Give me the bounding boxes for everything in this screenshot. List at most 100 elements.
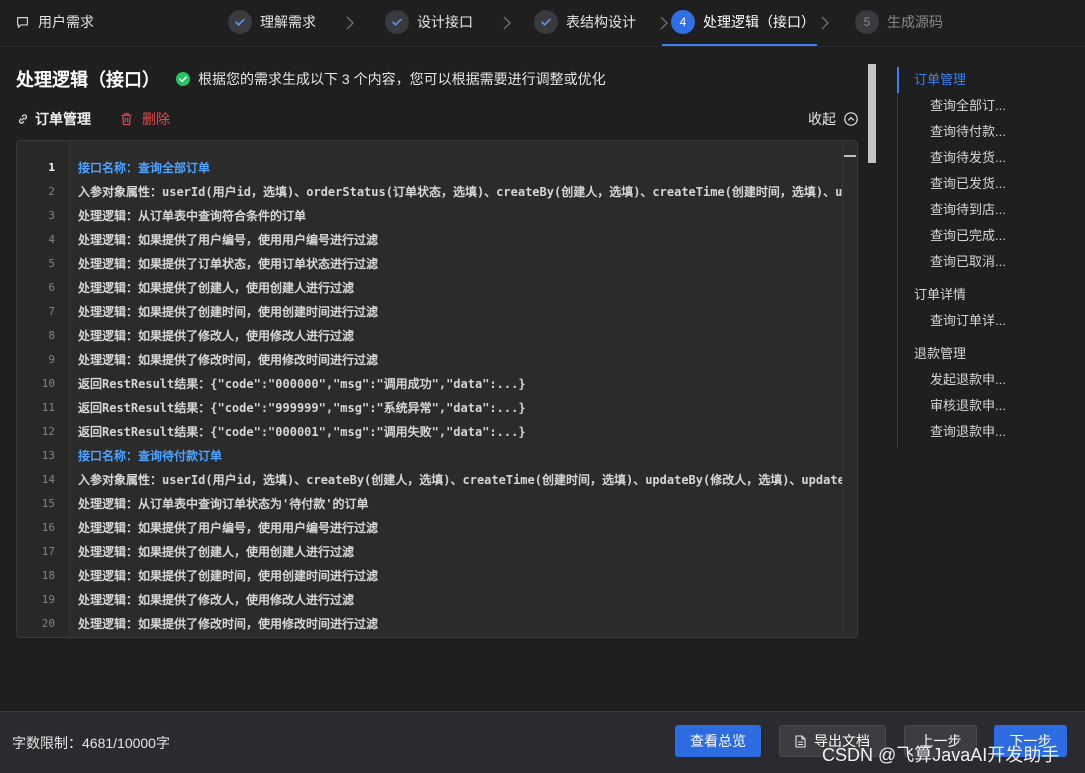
line-number: 10 <box>41 377 55 390</box>
line-number: 16 <box>41 521 55 534</box>
line-number-gutter: 1 2 3 4 5 6 7 8 9 10 11 12 13 14 15 16 17 18 19 20 <box>17 141 70 637</box>
link-icon <box>18 114 28 124</box>
outline-item[interactable]: 查询已取消... <box>898 249 1068 275</box>
editor-scrollbar[interactable] <box>842 141 857 637</box>
line-number: 20 <box>41 617 55 630</box>
outline-item[interactable]: 查询已发货... <box>898 171 1068 197</box>
outline-group[interactable]: 退款管理 <box>898 341 1068 367</box>
outline-item[interactable]: 查询已完成... <box>898 223 1068 249</box>
chevron-up-circle-icon <box>844 112 858 126</box>
word-limit-value: 4681/10000字 <box>82 735 170 751</box>
code-line[interactable]: 入参对象属性：userId(用户id，选填)、orderStatus(订单状态，… <box>71 180 842 204</box>
step-label: 生成源码 <box>887 14 943 30</box>
outline-item[interactable]: 查询待付款... <box>898 119 1068 145</box>
code-line[interactable]: 处理逻辑：如果提供了订单状态，使用订单状态进行过滤 <box>71 252 842 276</box>
code-line[interactable]: 处理逻辑：从订单表中查询符合条件的订单 <box>71 204 842 228</box>
code-line[interactable]: 处理逻辑：如果提供了用户编号，使用用户编号进行过滤 <box>71 228 842 252</box>
code-line[interactable]: 返回RestResult结果：{"code":"000001","msg":"调… <box>71 420 842 444</box>
code-line[interactable]: 处理逻辑：如果提供了修改时间，使用修改时间进行过滤 <box>71 612 842 636</box>
code-line[interactable]: 处理逻辑：如果提供了创建人，使用创建人进行过滤 <box>71 540 842 564</box>
page-title: 处理逻辑（接口） <box>16 70 160 90</box>
outline-item[interactable]: 审核退款申... <box>898 393 1068 419</box>
line-number: 5 <box>48 257 55 270</box>
step-generate-source[interactable]: 5 生成源码 <box>855 10 943 34</box>
outline-nav: 订单管理 查询全部订... 查询待付款... 查询待发货... 查询已发货... 查询待到… <box>897 67 1068 448</box>
page-header: 处理逻辑（接口） 根据您的需求生成以下 3 个内容，您可以根据需要进行调整或优化 <box>16 67 606 91</box>
status-message: 根据您的需求生成以下 3 个内容，您可以根据需要进行调整或优化 <box>198 71 606 87</box>
line-number: 4 <box>48 233 55 246</box>
line-number: 2 <box>48 185 55 198</box>
line-number: 12 <box>41 425 55 438</box>
word-limit: 字数限制：4681/10000字 <box>12 733 170 753</box>
delete-label: 删除 <box>142 111 170 127</box>
check-icon <box>541 18 551 26</box>
outline-group[interactable]: 订单管理 <box>898 67 1068 93</box>
code-editor[interactable]: 1 2 3 4 5 6 7 8 9 10 11 12 13 14 15 16 17 18 19 20 接口名称：查询全… <box>16 140 858 638</box>
step-number: 4 <box>671 10 695 34</box>
outline-item[interactable]: 查询订单详... <box>898 308 1068 334</box>
code-line[interactable]: 处理逻辑：如果提供了创建时间，使用创建时间进行过滤 <box>71 300 842 324</box>
chevron-right-icon <box>503 16 511 30</box>
step-understand-requirement[interactable]: 理解需求 <box>228 10 316 34</box>
code-line[interactable]: 处理逻辑：如果提供了创建时间，使用创建时间进行过滤 <box>71 564 842 588</box>
chevron-right-icon <box>821 16 829 30</box>
scroll-position-marker <box>844 155 856 157</box>
step-table-design[interactable]: 表结构设计 <box>534 10 636 34</box>
chat-bubble-icon <box>17 16 28 28</box>
word-limit-label: 字数限制： <box>12 735 82 751</box>
view-overview-button[interactable]: 查看总览 <box>675 725 761 757</box>
chevron-right-icon <box>660 16 668 30</box>
step-label: 表结构设计 <box>566 14 636 30</box>
interface-name-line[interactable]: 接口名称：查询待付款订单 <box>71 444 842 468</box>
line-number: 1 <box>48 161 55 174</box>
section-name: 订单管理 <box>35 111 91 127</box>
code-line[interactable]: 处理逻辑：如果提供了修改人，使用修改人进行过滤 <box>71 324 842 348</box>
step-number: 5 <box>855 10 879 34</box>
code-line[interactable]: 处理逻辑：从订单表中查询订单状态为'待付款'的订单 <box>71 492 842 516</box>
code-line[interactable]: 处理逻辑：如果提供了修改时间，使用修改时间进行过滤 <box>71 348 842 372</box>
code-line[interactable]: 处理逻辑：如果提供了修改人，使用修改人进行过滤 <box>71 588 842 612</box>
csdn-watermark: CSDN @飞算JavaAI开发助手 <box>822 745 1060 765</box>
check-circle-icon <box>176 72 190 86</box>
code-line[interactable]: 处理逻辑：如果提供了创建人，使用创建人进行过滤 <box>71 276 842 300</box>
chevron-right-icon <box>346 16 354 30</box>
collapse-label: 收起 <box>808 111 836 127</box>
view-overview-label: 查看总览 <box>690 733 746 749</box>
active-outline-indicator <box>897 67 899 93</box>
code-content[interactable]: 接口名称：查询全部订单 入参对象属性：userId(用户id，选填)、orderS… <box>71 141 842 637</box>
code-line[interactable]: 返回RestResult结果：{"code":"999999","msg":"系… <box>71 396 842 420</box>
step-label: 处理逻辑（接口） <box>703 14 815 30</box>
code-line[interactable]: 返回RestResult结果：{"code":"000000","msg":"调… <box>71 372 842 396</box>
collapse-button[interactable]: 收起 <box>808 109 858 129</box>
delete-button[interactable]: 删除 <box>120 109 170 129</box>
step-design-interface[interactable]: 设计接口 <box>385 10 473 34</box>
user-requirement-tab[interactable]: 用户需求 <box>16 12 94 32</box>
step-status-circle <box>385 10 409 34</box>
outline-item[interactable]: 查询待发货... <box>898 145 1068 171</box>
outline-group[interactable]: 订单详情 <box>898 282 1068 308</box>
line-number: 8 <box>48 329 55 342</box>
code-line[interactable]: 入参对象属性：userId(用户id，选填)、createBy(创建人，选填)、… <box>71 468 842 492</box>
top-bar: 用户需求 理解需求 设计接口 表结构设计 4 处理逻辑（接口） 5 生成源码 <box>0 0 1085 47</box>
app-title: 用户需求 <box>38 14 94 30</box>
section-title: 订单管理 <box>17 109 91 129</box>
line-number: 14 <box>41 473 55 486</box>
outline-item[interactable]: 查询全部订... <box>898 93 1068 119</box>
line-number: 11 <box>41 401 55 414</box>
line-number: 9 <box>48 353 55 366</box>
step-label: 设计接口 <box>417 14 473 30</box>
interface-name-line[interactable]: 接口名称：查询全部订单 <box>71 156 842 180</box>
step-label: 理解需求 <box>260 14 316 30</box>
line-number: 3 <box>48 209 55 222</box>
line-number: 17 <box>41 545 55 558</box>
outline-item[interactable]: 查询待到店... <box>898 197 1068 223</box>
outline-item[interactable]: 查询退款申... <box>898 419 1068 445</box>
code-line[interactable]: 处理逻辑：如果提供了用户编号，使用用户编号进行过滤 <box>71 516 842 540</box>
outline-item[interactable]: 发起退款申... <box>898 367 1068 393</box>
page-scrollbar-thumb[interactable] <box>868 64 876 163</box>
line-number: 15 <box>41 497 55 510</box>
step-process-logic[interactable]: 4 处理逻辑（接口） <box>671 10 815 34</box>
trash-icon <box>121 113 132 126</box>
line-number: 13 <box>41 449 55 462</box>
step-status-circle <box>228 10 252 34</box>
